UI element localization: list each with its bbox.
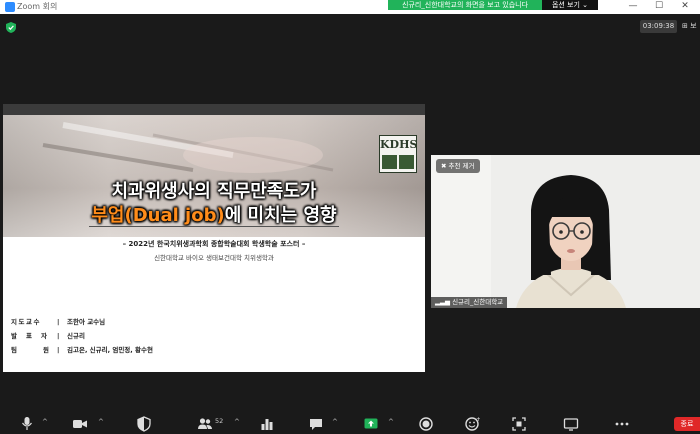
screen-share-banner: 신규리_신한대학교의 화면을 보고 있습니다 xyxy=(388,0,542,10)
svg-text:+: + xyxy=(476,416,480,423)
remove-spotlight-button[interactable]: ✖ 추천 제거 xyxy=(436,159,480,173)
security-shield-icon[interactable] xyxy=(6,22,16,33)
reactions-emoji-icon[interactable]: + xyxy=(464,416,480,432)
whiteboard-icon[interactable] xyxy=(563,416,579,432)
security-icon[interactable] xyxy=(137,416,151,432)
participant-name-label: ▂▃▅ 신규리_신한대학교 xyxy=(431,297,508,308)
more-options-icon[interactable] xyxy=(614,416,630,432)
slide-affiliation: 신한대학교 바이오 생태보건대학 치위생학과 xyxy=(154,254,274,262)
gallery-view-button[interactable]: ⊞ 보 xyxy=(682,20,697,33)
close-button[interactable]: ✕ xyxy=(672,0,698,14)
credit-presenter: 발표자| 신규리 xyxy=(11,332,85,340)
minimize-button[interactable]: — xyxy=(620,0,646,14)
apps-icon[interactable] xyxy=(511,416,527,432)
share-options-caret[interactable]: ^ xyxy=(388,418,394,426)
meeting-toolbar: ^ ^ 52 ^ ^ ^ + 종료 xyxy=(0,414,700,434)
chat-options-caret[interactable]: ^ xyxy=(332,418,338,426)
slide-subtitle: – 2022년 한국치위생과학회 종합학술대회 학생학술 포스터 – xyxy=(122,240,306,248)
record-icon[interactable] xyxy=(418,416,434,432)
end-meeting-button[interactable]: 종료 xyxy=(674,417,700,431)
shared-slide: KDHS 치과위생사의 직무만족도가 부업(Dual job)에 미치는 영향 … xyxy=(3,104,425,372)
slide-credits: 지도교수 | 조한아 교수님 발표자| 신규리 팀원| 김고은, 신규리, 엄민정, 황… xyxy=(11,315,153,357)
slide-title-line1: 치과위생사의 직무만족도가 xyxy=(111,181,317,202)
slide-title-line2: 부업(Dual job)에 미치는 영향 xyxy=(3,201,425,227)
title-bar: Zoom 회의 신규리_신한대학교의 화면을 보고 있습니다 옵션 보기 ⌄ —… xyxy=(0,0,700,14)
title-divider xyxy=(89,226,339,227)
share-screen-icon[interactable] xyxy=(363,416,379,432)
maximize-button[interactable]: ☐ xyxy=(646,0,672,14)
slide-title-rest: 에 미치는 영향 xyxy=(224,205,337,226)
pin-icon: ✖ xyxy=(441,162,449,170)
slide-title-highlight: 부업(Dual job) xyxy=(91,205,225,226)
video-camera-icon[interactable] xyxy=(72,416,88,432)
meeting-timer: 03:09:38 xyxy=(640,20,677,33)
zoom-app-icon xyxy=(5,2,15,12)
meeting-stage: 03:09:38 ⊞ 보 KDHS 치과위생사의 직무만족도가 부업(Dual … xyxy=(0,14,700,414)
credit-advisor: 지도교수 | 조한아 교수님 xyxy=(11,318,106,326)
participants-count: 52 xyxy=(215,417,224,425)
chat-bubble-icon[interactable] xyxy=(308,416,324,432)
microphone-icon[interactable] xyxy=(20,416,34,432)
signal-icon: ▂▃▅ xyxy=(435,298,453,306)
participants-options-caret[interactable]: ^ xyxy=(234,418,240,426)
participants-icon[interactable] xyxy=(197,416,213,432)
kdhs-logo: KDHS xyxy=(379,135,417,173)
polls-chart-icon[interactable] xyxy=(260,416,274,432)
audio-options-caret[interactable]: ^ xyxy=(42,418,48,426)
slide-top-band xyxy=(3,104,425,115)
window-title: Zoom 회의 xyxy=(17,2,58,11)
video-options-caret[interactable]: ^ xyxy=(98,418,104,426)
participant-video-tile[interactable]: ✖ 추천 제거 ▂▃▅ 신규리_신한대학교 xyxy=(431,155,700,308)
credit-team: 팀원| 김고은, 신규리, 엄민정, 황수현 xyxy=(11,346,153,354)
participant-video xyxy=(431,155,700,308)
view-options-button[interactable]: 옵션 보기 ⌄ xyxy=(542,0,598,10)
